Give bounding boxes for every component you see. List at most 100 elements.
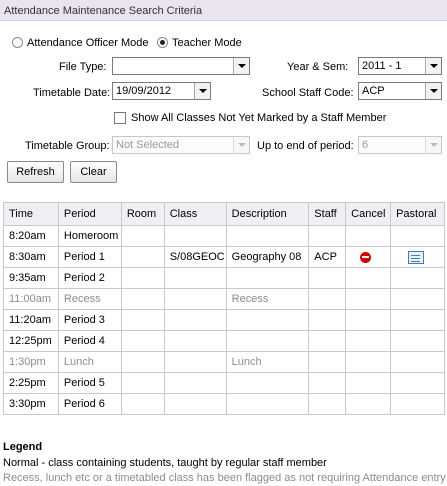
timetable-group-label: Timetable Group: <box>25 140 110 152</box>
pastoral-icon[interactable] <box>408 250 425 264</box>
cell-staff <box>308 225 347 247</box>
year-sem-label: Year & Sem: <box>287 61 349 73</box>
timetable-date-value: 19/09/2012 <box>116 85 172 97</box>
table-row[interactable]: 3:30pm Period 6 <box>3 393 445 415</box>
cell-description: Geography 08 <box>225 246 310 268</box>
cell-time: 8:20am <box>3 225 59 247</box>
cell-time: 9:35am <box>3 267 59 289</box>
cell-cancel <box>345 267 392 289</box>
cancel-icon[interactable] <box>360 251 372 263</box>
up-to-period-value: 6 <box>362 139 369 151</box>
cell-description <box>225 267 310 289</box>
up-to-period-select[interactable]: 6 <box>358 136 442 154</box>
chevron-down-icon[interactable] <box>194 83 210 99</box>
cell-description <box>225 372 310 394</box>
cell-staff <box>308 393 347 415</box>
show-all-classes-label[interactable]: Show All Classes Not Yet Marked by a Sta… <box>131 112 386 124</box>
cell-pastoral <box>390 288 445 310</box>
clear-button[interactable]: Clear <box>70 161 117 183</box>
cell-description <box>225 309 310 331</box>
refresh-button[interactable]: Refresh <box>7 161 64 183</box>
cell-staff <box>308 351 347 373</box>
cell-cancel <box>345 351 392 373</box>
school-staff-code-label: School Staff Code: <box>262 87 354 99</box>
teacher-mode-label[interactable]: Teacher Mode <box>172 37 242 49</box>
cell-staff <box>308 267 347 289</box>
cell-class <box>163 309 227 331</box>
file-type-label: File Type: <box>59 61 107 73</box>
cell-period: Period 6 <box>57 393 122 415</box>
cell-class <box>163 225 227 247</box>
cell-cancel <box>345 225 392 247</box>
cell-room <box>120 225 165 247</box>
cell-period: Period 3 <box>57 309 122 331</box>
year-sem-select[interactable]: 2011 - 1 <box>358 57 442 75</box>
timetable-group-select[interactable]: Not Selected <box>112 136 250 154</box>
cell-staff <box>308 372 347 394</box>
cell-pastoral <box>390 393 445 415</box>
cell-period: Period 4 <box>57 330 122 352</box>
column-header-period: Period <box>57 202 122 226</box>
file-type-select[interactable] <box>112 57 250 75</box>
cell-room <box>120 330 165 352</box>
cell-pastoral <box>390 267 445 289</box>
table-row[interactable]: 8:20am Homeroom <box>3 225 445 247</box>
cell-room <box>120 267 165 289</box>
cell-time: 12:25pm <box>3 330 59 352</box>
cell-room <box>120 372 165 394</box>
chevron-down-icon[interactable] <box>425 83 441 99</box>
cell-description: Lunch <box>225 351 310 373</box>
cell-cancel <box>345 393 392 415</box>
cell-cancel <box>345 330 392 352</box>
cell-description <box>225 330 310 352</box>
table-row[interactable]: 11:00am Recess Recess <box>3 288 445 310</box>
cell-pastoral <box>390 330 445 352</box>
cell-cancel <box>345 288 392 310</box>
table-row[interactable]: 1:30pm Lunch Lunch <box>3 351 445 373</box>
legend-normal: Normal - class containing students, taug… <box>3 457 327 469</box>
timetable-date-label: Timetable Date: <box>33 87 111 99</box>
teacher-mode-radio[interactable] <box>157 37 168 48</box>
cell-time: 3:30pm <box>3 393 59 415</box>
table-row[interactable]: 8:30am Period 1 S/08GEOC Geography 08 ACP <box>3 246 445 268</box>
cell-room <box>120 288 165 310</box>
cell-staff <box>308 330 347 352</box>
table-row[interactable]: 12:25pm Period 4 <box>3 330 445 352</box>
show-all-classes-checkbox[interactable] <box>114 112 126 124</box>
cell-class <box>163 351 227 373</box>
panel-title: Attendance Maintenance Search Criteria <box>0 0 447 21</box>
cell-class[interactable]: S/08GEOC <box>163 246 227 268</box>
cell-room <box>120 309 165 331</box>
attendance-officer-mode-label[interactable]: Attendance Officer Mode <box>27 37 148 49</box>
table-row[interactable]: 11:20am Period 3 <box>3 309 445 331</box>
cell-period: Period 1 <box>57 246 122 268</box>
column-header-staff: Staff <box>308 202 347 226</box>
cell-period: Period 2 <box>57 267 122 289</box>
chevron-down-icon[interactable] <box>425 58 441 74</box>
cell-time: 1:30pm <box>3 351 59 373</box>
cell-time: 8:30am <box>3 246 59 268</box>
cell-description: Recess <box>225 288 310 310</box>
cell-staff <box>308 309 347 331</box>
cell-cancel <box>345 372 392 394</box>
timetable-date-picker[interactable]: 19/09/2012 <box>112 82 211 100</box>
column-header-class: Class <box>163 202 227 226</box>
attendance-officer-mode-radio[interactable] <box>12 37 23 48</box>
cell-staff: ACP <box>308 246 347 268</box>
cell-class <box>163 372 227 394</box>
table-row[interactable]: 2:25pm Period 5 <box>3 372 445 394</box>
column-header-cancel: Cancel <box>345 202 392 226</box>
legend-flagged: Recess, lunch etc or a timetabled class … <box>3 472 446 484</box>
cell-pastoral <box>390 246 445 268</box>
cell-room <box>120 393 165 415</box>
timetable-group-value: Not Selected <box>116 139 179 151</box>
cell-pastoral <box>390 225 445 247</box>
school-staff-code-select[interactable]: ACP <box>358 82 442 100</box>
cell-pastoral <box>390 372 445 394</box>
chevron-down-icon <box>233 137 249 153</box>
column-header-time: Time <box>3 202 59 226</box>
table-row[interactable]: 9:35am Period 2 <box>3 267 445 289</box>
cell-period: Homeroom <box>57 225 122 247</box>
chevron-down-icon[interactable] <box>233 58 249 74</box>
column-header-description: Description <box>225 202 310 226</box>
